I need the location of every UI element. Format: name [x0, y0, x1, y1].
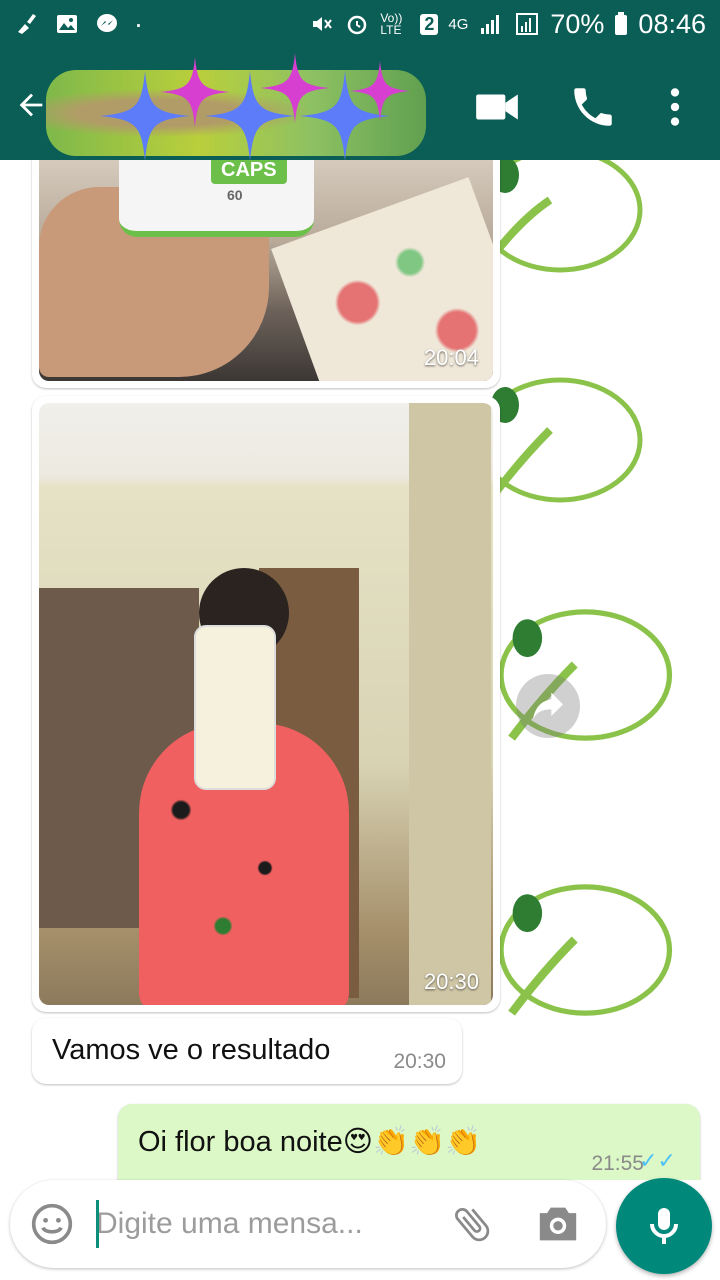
- status-bar: · Vo)) LTE 2 4G 70% 08:46: [0, 0, 720, 48]
- door-frame: [409, 403, 491, 1005]
- forward-icon: [533, 692, 563, 720]
- mute-icon: [313, 17, 333, 31]
- wallpaper-logo: [498, 884, 673, 1016]
- battery-icon: [615, 12, 628, 35]
- back-arrow-icon[interactable]: [14, 88, 48, 122]
- sparkle-sticker-icon: [350, 61, 410, 121]
- clock: 08:46: [638, 8, 706, 39]
- more-vert-icon[interactable]: [650, 82, 700, 132]
- battery-percent: 70%: [550, 8, 605, 39]
- message-time: 20:30: [423, 969, 479, 994]
- chat-header: [0, 48, 720, 161]
- message-time: 21:55: [591, 1152, 644, 1175]
- forward-button[interactable]: [516, 674, 580, 738]
- bottle-label: CAPS: [211, 160, 287, 184]
- message-time: 20:30: [393, 1050, 446, 1073]
- volte-indicator: Vo)) LTE: [380, 11, 403, 37]
- bottle-caps-count: 60: [227, 187, 243, 203]
- incoming-text-message[interactable]: Vamos ve o resultado 20:30: [32, 1018, 462, 1084]
- wallpaper-logo: [498, 609, 673, 741]
- phone-call-icon[interactable]: [568, 82, 618, 132]
- signal-icon: [481, 15, 500, 34]
- chat-area[interactable]: CAPS 60 20:04 20:30 Vamos ve o resultado…: [0, 160, 720, 1180]
- sim-slot-badge: 2: [420, 13, 439, 35]
- video-call-icon[interactable]: [472, 82, 522, 132]
- outgoing-text-message[interactable]: Oi flor boa noite😍👏👏👏 21:55 ✓✓: [118, 1104, 700, 1180]
- message-composer: [10, 1180, 606, 1268]
- camera-icon[interactable]: [536, 1204, 580, 1244]
- attach-icon[interactable]: [450, 1202, 494, 1246]
- read-receipt-icon: ✓✓: [639, 1148, 676, 1173]
- message-text: Vamos ve o resultado: [52, 1034, 331, 1066]
- supplement-bottle: CAPS 60: [119, 160, 314, 237]
- messenger-icon: [97, 14, 117, 32]
- emoji-icon[interactable]: [30, 1202, 74, 1246]
- phone-in-hand: [194, 625, 276, 790]
- gallery-icon: [57, 15, 77, 33]
- message-photo[interactable]: 20:30: [39, 403, 493, 1005]
- message-text: Oi flor boa noite😍👏👏👏: [138, 1126, 482, 1158]
- dot-indicator: ·: [134, 8, 143, 39]
- voice-record-button[interactable]: [616, 1178, 712, 1274]
- clean-broom-icon: [18, 14, 36, 34]
- image-message[interactable]: CAPS 60 20:04: [32, 160, 500, 388]
- message-time: 20:04: [423, 345, 479, 370]
- alarm-icon: [348, 15, 367, 35]
- signal-icon-2: [516, 13, 539, 35]
- image-message[interactable]: 20:30: [32, 396, 500, 1012]
- message-input[interactable]: [96, 1198, 426, 1250]
- mic-icon: [650, 1208, 678, 1244]
- text-caret: [96, 1200, 99, 1248]
- network-type: 4G: [448, 15, 469, 33]
- message-photo[interactable]: CAPS 60 20:04: [39, 160, 493, 381]
